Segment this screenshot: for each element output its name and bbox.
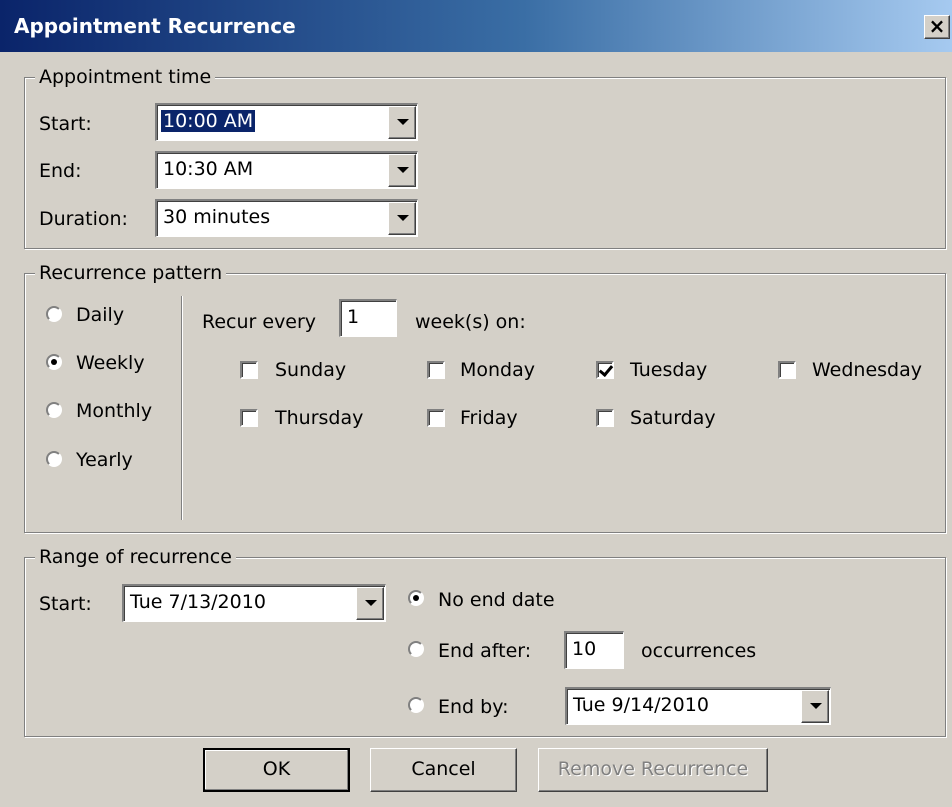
tuesday-checkbox[interactable]: [596, 361, 614, 379]
duration-value: 30 minutes: [163, 206, 271, 228]
weekly-label[interactable]: Weekly: [76, 352, 145, 374]
sunday-label[interactable]: Sunday: [275, 359, 346, 381]
ok-button[interactable]: OK: [203, 748, 350, 792]
title-bar: Appointment Recurrence ×: [0, 0, 952, 52]
remove-recurrence-label: Remove Recurrence: [557, 758, 749, 780]
occurrences-label: occurrences: [641, 640, 757, 662]
no-end-date-radio[interactable]: [408, 590, 424, 606]
window-title: Appointment Recurrence: [14, 14, 296, 38]
end-time-combo[interactable]: 10:30 AM: [155, 151, 418, 189]
close-button[interactable]: ×: [924, 15, 950, 39]
thursday-label[interactable]: Thursday: [275, 407, 363, 429]
end-by-radio[interactable]: [408, 697, 424, 713]
end-after-radio[interactable]: [408, 641, 424, 657]
end-by-combo[interactable]: Tue 9/14/2010: [565, 687, 831, 725]
chevron-down-icon[interactable]: [356, 587, 384, 620]
sunday-checkbox[interactable]: [240, 361, 258, 379]
start-time-value: 10:00 AM: [161, 110, 256, 132]
recur-every-label: Recur every: [202, 311, 317, 333]
wednesday-label[interactable]: Wednesday: [812, 359, 922, 381]
monday-label[interactable]: Monday: [460, 359, 535, 381]
remove-recurrence-button[interactable]: Remove Recurrence: [538, 748, 768, 792]
thursday-checkbox[interactable]: [240, 409, 258, 427]
range-start-value: Tue 7/13/2010: [130, 591, 266, 613]
end-after-value: 10: [572, 638, 597, 660]
monday-checkbox[interactable]: [427, 361, 445, 379]
end-by-value: Tue 9/14/2010: [573, 694, 709, 716]
friday-label[interactable]: Friday: [460, 407, 518, 429]
daily-radio[interactable]: [46, 306, 62, 322]
start-time-label: Start:: [39, 113, 92, 135]
close-icon: ×: [928, 14, 946, 38]
range-start-label: Start:: [39, 593, 92, 615]
end-time-label: End:: [39, 160, 82, 182]
weekly-radio[interactable]: [46, 354, 62, 370]
weeks-on-label: week(s) on:: [415, 311, 526, 333]
tuesday-label[interactable]: Tuesday: [630, 359, 707, 381]
friday-checkbox[interactable]: [427, 409, 445, 427]
duration-combo[interactable]: 30 minutes: [155, 199, 418, 237]
saturday-label[interactable]: Saturday: [630, 407, 716, 429]
chevron-down-icon[interactable]: [388, 202, 416, 235]
yearly-label[interactable]: Yearly: [76, 449, 133, 471]
chevron-down-icon[interactable]: [801, 690, 829, 723]
end-after-label[interactable]: End after:: [438, 640, 531, 662]
chevron-down-icon[interactable]: [388, 154, 416, 187]
end-time-value: 10:30 AM: [163, 158, 254, 180]
cancel-button-label: Cancel: [411, 758, 476, 780]
range-start-combo[interactable]: Tue 7/13/2010: [122, 584, 386, 622]
start-time-combo[interactable]: 10:00 AM: [155, 103, 418, 141]
pattern-divider: [181, 296, 183, 520]
recur-every-input[interactable]: 1: [339, 299, 397, 337]
range-of-recurrence-legend: Range of recurrence: [35, 546, 236, 568]
duration-label: Duration:: [39, 208, 128, 230]
end-after-input[interactable]: 10: [564, 631, 624, 669]
saturday-checkbox[interactable]: [596, 409, 614, 427]
end-by-label[interactable]: End by:: [438, 696, 508, 718]
monthly-radio[interactable]: [46, 402, 62, 418]
monthly-label[interactable]: Monthly: [76, 400, 152, 422]
cancel-button[interactable]: Cancel: [370, 748, 517, 792]
recur-every-value: 1: [347, 306, 360, 328]
no-end-date-label[interactable]: No end date: [438, 589, 555, 611]
ok-button-label: OK: [262, 758, 291, 780]
recurrence-pattern-legend: Recurrence pattern: [35, 262, 227, 284]
daily-label[interactable]: Daily: [76, 304, 124, 326]
chevron-down-icon[interactable]: [388, 106, 416, 139]
wednesday-checkbox[interactable]: [778, 361, 796, 379]
yearly-radio[interactable]: [46, 451, 62, 467]
appointment-time-legend: Appointment time: [35, 66, 216, 88]
